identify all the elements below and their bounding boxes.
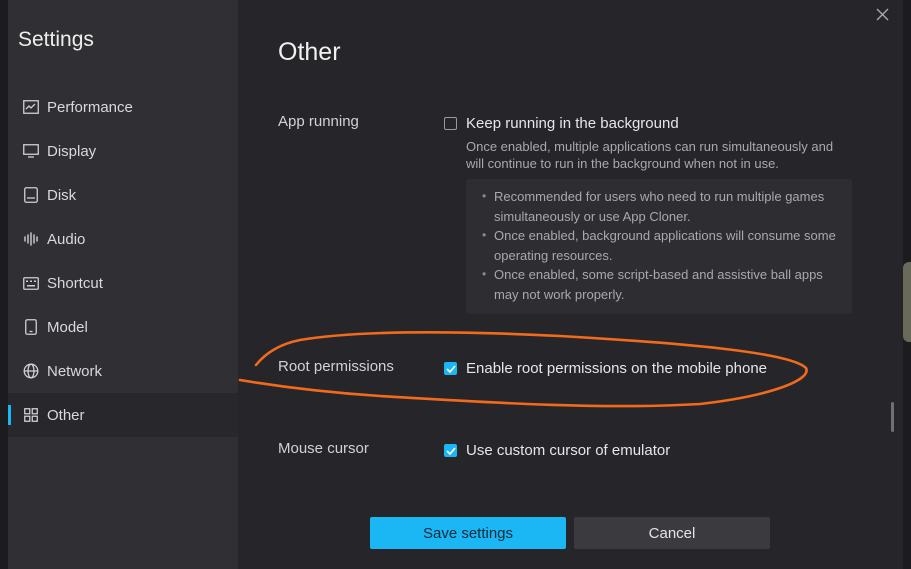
note-text: Recommended for users who need to run mu…	[494, 189, 825, 224]
app-running-label: App running	[278, 113, 359, 130]
disk-icon	[22, 186, 40, 204]
globe-icon	[22, 362, 40, 380]
bullet-icon: •	[482, 267, 487, 281]
sidebar-item-label: Network	[47, 362, 103, 380]
root-permissions-option-label[interactable]: Enable root permissions on the mobile ph…	[466, 360, 767, 377]
audio-icon	[22, 230, 40, 248]
performance-icon	[22, 98, 40, 116]
sidebar-item-label: Model	[47, 318, 88, 336]
list-item: • Once enabled, some script-based and ass…	[474, 265, 844, 304]
root-permissions-checkbox[interactable]	[444, 362, 457, 375]
app-running-description: Once enabled, multiple applications can …	[466, 139, 834, 171]
list-item: • Once enabled, background applications w…	[474, 226, 844, 265]
custom-cursor-checkbox[interactable]	[444, 444, 457, 457]
sidebar-item-network[interactable]: Network	[8, 349, 238, 393]
bullet-icon: •	[482, 228, 487, 242]
sidebar-item-model[interactable]: Model	[8, 305, 238, 349]
sidebar-item-display[interactable]: Display	[8, 129, 238, 173]
sidebar-item-other[interactable]: Other	[8, 393, 238, 437]
sidebar-item-disk[interactable]: Disk	[8, 173, 238, 217]
sidebar-title: Settings	[18, 28, 94, 51]
cancel-button[interactable]: Cancel	[574, 517, 770, 549]
sidebar-item-performance[interactable]: Performance	[8, 85, 238, 129]
list-item: • Recommended for users who need to run m…	[474, 187, 844, 226]
root-permissions-label: Root permissions	[278, 358, 394, 375]
bullet-icon: •	[482, 189, 487, 203]
page-title: Other	[278, 38, 341, 66]
close-icon	[876, 8, 889, 26]
mouse-cursor-label: Mouse cursor	[278, 440, 369, 457]
keyboard-icon	[22, 274, 40, 292]
checkmark-icon	[445, 364, 456, 373]
sidebar: Settings Performance Display Disk Audio	[8, 0, 238, 569]
phone-icon	[22, 318, 40, 336]
keep-running-option-label[interactable]: Keep running in the background	[466, 115, 679, 132]
keep-running-checkbox[interactable]	[444, 117, 457, 130]
sidebar-item-label: Shortcut	[47, 274, 103, 292]
close-button[interactable]	[872, 7, 892, 27]
sidebar-item-label: Display	[47, 142, 97, 160]
scrollbar-thumb[interactable]	[891, 402, 894, 432]
note-text: Once enabled, background applications wi…	[494, 228, 836, 263]
note-text: Once enabled, some script-based and assi…	[494, 267, 823, 302]
sidebar-item-label: Disk	[47, 186, 77, 204]
app-running-notes: • Recommended for users who need to run m…	[466, 179, 852, 314]
grid-icon	[22, 406, 40, 424]
background-window-edge	[903, 262, 911, 342]
sidebar-item-label: Performance	[47, 98, 133, 116]
sidebar-item-label: Audio	[47, 230, 86, 248]
active-indicator	[8, 405, 11, 425]
custom-cursor-option-label[interactable]: Use custom cursor of emulator	[466, 442, 670, 459]
display-icon	[22, 142, 40, 160]
sidebar-item-shortcut[interactable]: Shortcut	[8, 261, 238, 305]
checkmark-icon	[445, 446, 456, 455]
settings-window: Settings Performance Display Disk Audio	[8, 0, 903, 569]
sidebar-item-label: Other	[47, 406, 85, 424]
sidebar-item-audio[interactable]: Audio	[8, 217, 238, 261]
save-settings-button[interactable]: Save settings	[370, 517, 566, 549]
